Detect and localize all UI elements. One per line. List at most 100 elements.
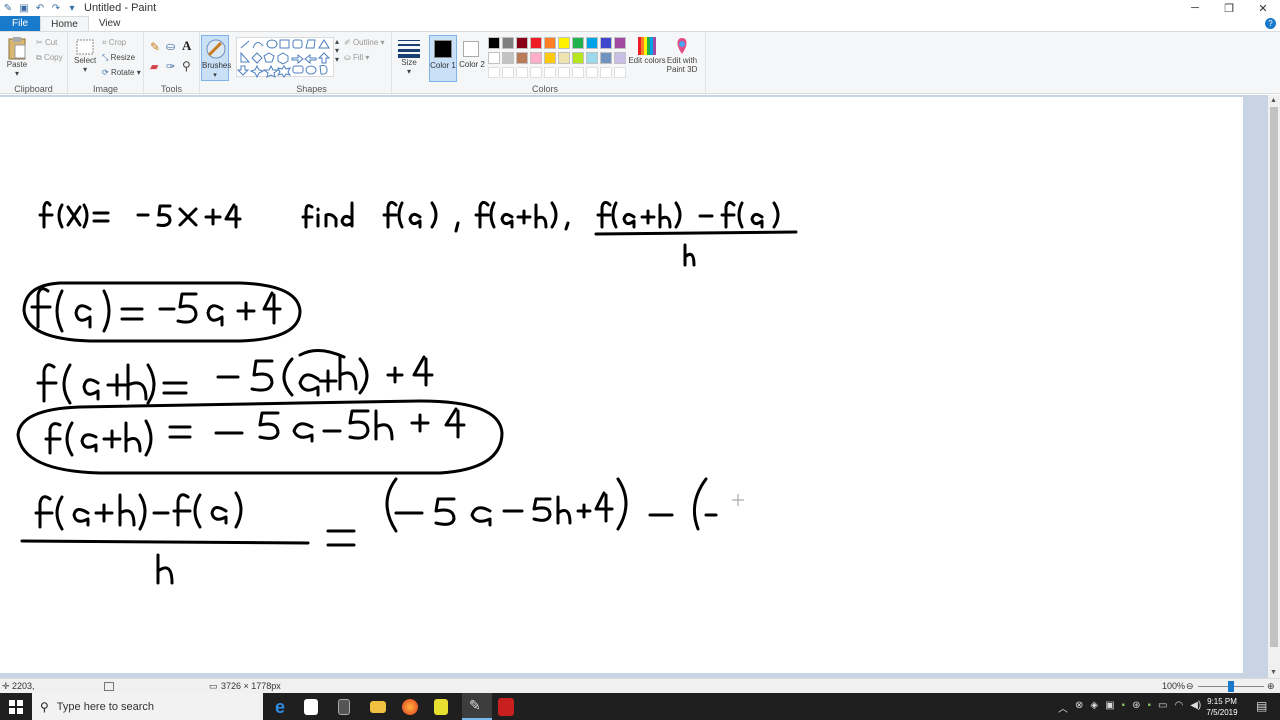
taskbar-clock[interactable]: 9:15 PM 7/5/2019 [1200, 696, 1244, 718]
undo-icon[interactable]: ↶ [34, 2, 46, 14]
crop-button[interactable]: ⌗ Crop [102, 38, 126, 48]
resize-button[interactable]: ⤡ Resize [102, 53, 135, 63]
tray-wifi-icon[interactable]: ◠ [1174, 700, 1183, 715]
scroll-up-icon[interactable]: ▲ [1270, 97, 1277, 104]
image-group-label: Image [92, 84, 118, 94]
color-swatch[interactable] [516, 37, 528, 49]
paste-button[interactable]: Paste ▾ [6, 36, 28, 78]
tray-app-icon-2[interactable]: ▪ [1147, 700, 1151, 715]
edit-colors-button[interactable]: Edit colors [628, 36, 666, 65]
custom-color-slot[interactable] [530, 67, 542, 78]
color1-button[interactable]: Color 1 [429, 35, 457, 82]
color-swatch[interactable] [614, 37, 626, 49]
tab-home[interactable]: Home [40, 16, 89, 31]
color-swatch[interactable] [572, 52, 584, 64]
tray-screen-icon[interactable]: ▭ [1158, 700, 1167, 715]
color2-swatch [463, 41, 479, 57]
maximize-button[interactable]: ❐ [1212, 0, 1246, 16]
clipboard-group-label: Clipboard [14, 84, 53, 94]
custom-color-slot[interactable] [614, 67, 626, 78]
copy-button[interactable]: ⧉ Copy [36, 53, 63, 63]
redo-icon[interactable]: ↷ [50, 2, 62, 14]
custom-color-slot[interactable] [558, 67, 570, 78]
tray-chevron-up-icon[interactable]: ︿ [1058, 700, 1068, 715]
help-icon[interactable]: ? [1265, 16, 1280, 31]
color-swatch[interactable] [502, 37, 514, 49]
color-swatch[interactable] [586, 52, 598, 64]
color-swatch[interactable] [600, 52, 612, 64]
color-swatch[interactable] [516, 52, 528, 64]
windows-logo-icon [9, 699, 23, 714]
custom-color-slot[interactable] [544, 67, 556, 78]
custom-color-slot[interactable] [516, 67, 528, 78]
customize-quick-access-icon[interactable]: ▾ [66, 2, 78, 14]
calculator-icon[interactable] [338, 699, 350, 715]
color2-button[interactable]: Color 2 [459, 35, 485, 82]
color-swatch[interactable] [558, 52, 570, 64]
store-icon[interactable] [304, 699, 318, 715]
zoom-out-button[interactable]: ⊖ [1186, 681, 1194, 692]
brushes-button[interactable]: Brushes ▾ [201, 35, 231, 81]
acrobat-icon[interactable] [498, 698, 514, 716]
vertical-scrollbar[interactable]: ▲ ▼ [1268, 95, 1280, 678]
text-tool-icon[interactable]: A [182, 38, 191, 54]
color-swatch[interactable] [544, 37, 556, 49]
drawing-canvas[interactable] [0, 97, 1243, 673]
custom-color-slot[interactable] [586, 67, 598, 78]
shapes-gallery[interactable] [236, 37, 334, 79]
firefox-icon[interactable] [402, 699, 418, 715]
tab-view[interactable]: View [89, 16, 131, 31]
fill-bucket-icon[interactable]: ⛀ [166, 40, 175, 53]
taskbar-search-box[interactable]: ⚲ Type here to search [32, 693, 263, 720]
tray-network-status-icon[interactable]: ◈ [1090, 700, 1098, 715]
color-swatch[interactable] [586, 37, 598, 49]
notifications-icon[interactable]: ▤ [1256, 699, 1267, 713]
color-swatch[interactable] [530, 37, 542, 49]
tray-app-icon-1[interactable]: ▪ [1122, 700, 1126, 715]
edge-browser-icon[interactable]: e [270, 697, 290, 717]
color-swatch[interactable] [530, 52, 542, 64]
size-button[interactable]: Size ▾ [397, 38, 421, 76]
fill-dropdown[interactable]: ⛀ Fill ▾ [344, 53, 369, 62]
edit-with-paint3d-button[interactable]: Edit with Paint 3D [666, 36, 698, 74]
paint-taskbar-button[interactable]: ✎ [462, 693, 492, 720]
tray-sync-icon[interactable]: ⊛ [1132, 700, 1140, 715]
rotate-button[interactable]: ⟳ Rotate ▾ [102, 68, 141, 77]
color2-group: Color 2 [458, 32, 486, 95]
color-swatch[interactable] [558, 37, 570, 49]
cut-button[interactable]: ✂ Cut [36, 38, 57, 47]
color-swatch[interactable] [488, 52, 500, 64]
image-size: 3726 × 1778px [221, 681, 281, 691]
zoom-in-button[interactable]: ⊕ [1267, 681, 1275, 692]
start-button[interactable] [0, 693, 32, 720]
color-swatch[interactable] [488, 37, 500, 49]
color-swatch[interactable] [572, 37, 584, 49]
tray-xbox-icon[interactable]: ⊗ [1075, 700, 1083, 715]
scroll-down-icon[interactable]: ▼ [1270, 669, 1277, 676]
pencil-icon[interactable]: ✎ [150, 40, 160, 54]
color-picker-icon[interactable]: ✑ [166, 60, 175, 73]
brush-icon [206, 39, 226, 59]
zoom-slider-thumb[interactable] [1228, 681, 1234, 692]
custom-color-slot[interactable] [502, 67, 514, 78]
color-swatch[interactable] [502, 52, 514, 64]
eraser-icon[interactable]: ▰ [150, 60, 158, 73]
outline-dropdown[interactable]: ✐ Outline ▾ [344, 38, 385, 47]
save-icon[interactable]: ▣ [18, 2, 30, 14]
scrollbar-thumb[interactable] [1270, 107, 1278, 647]
select-button[interactable]: Select ▾ [74, 38, 96, 74]
magnifier-icon[interactable]: ⚲ [182, 59, 191, 73]
minimize-button[interactable]: ─ [1178, 0, 1212, 16]
custom-color-slot[interactable] [600, 67, 612, 78]
tray-display-icon[interactable]: ▣ [1105, 700, 1114, 715]
color-swatch[interactable] [614, 52, 626, 64]
tab-file[interactable]: File [0, 16, 41, 31]
close-button[interactable]: ✕ [1246, 0, 1280, 16]
custom-color-slot[interactable] [488, 67, 500, 78]
file-explorer-icon[interactable] [370, 701, 386, 713]
custom-color-slot[interactable] [572, 67, 584, 78]
color-swatch[interactable] [600, 37, 612, 49]
sticky-notes-icon[interactable] [434, 699, 448, 715]
color-swatch[interactable] [544, 52, 556, 64]
window-title: Untitled - Paint [84, 2, 157, 14]
